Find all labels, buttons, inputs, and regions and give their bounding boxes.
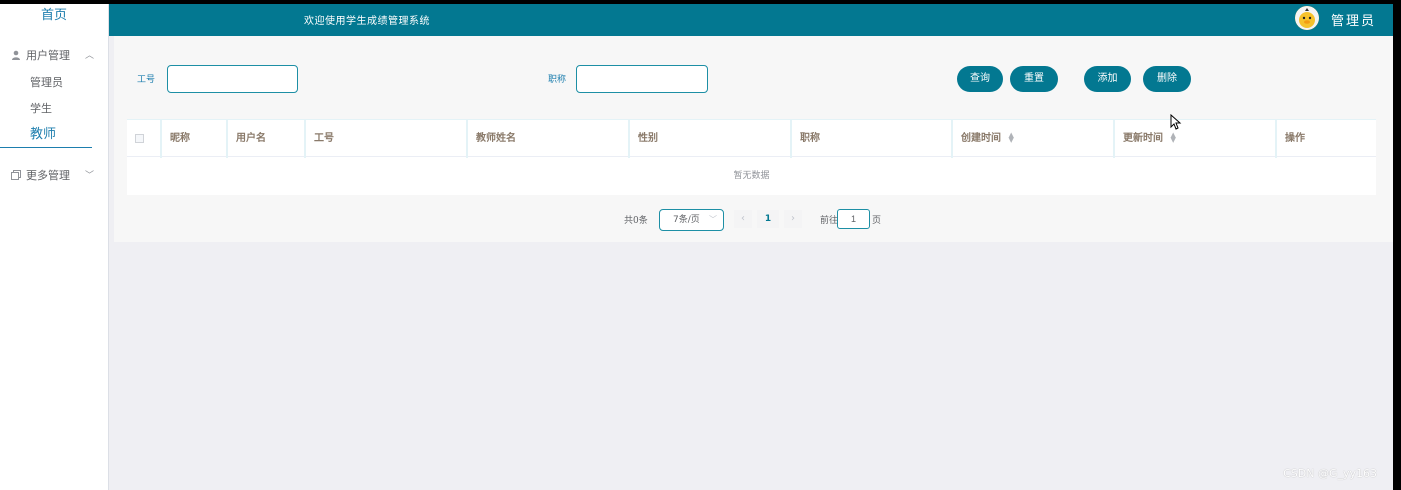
column-header-created-at[interactable]: 创建时间 ▲ ▼ bbox=[953, 120, 1115, 158]
table-header-row: 昵称 用户名 工号 教师姓名 性别 职称 创建时间 ▲ ▼ 更新时间 ▲ ▼ 操作 bbox=[127, 119, 1376, 158]
prev-page-button[interactable]: ‹ bbox=[734, 210, 752, 228]
watermark-text: CSDN @G_yy163 bbox=[1283, 467, 1377, 480]
sidebar-item-teacher[interactable]: 教师 bbox=[0, 122, 92, 148]
column-header-label: 更新时间 bbox=[1123, 133, 1163, 144]
page-unit-label: 页 bbox=[872, 216, 882, 226]
top-header: 欢迎使用学生成绩管理系统 管理员 bbox=[109, 4, 1393, 36]
goto-label: 前往 bbox=[820, 216, 839, 226]
column-header-title: 职称 bbox=[792, 120, 953, 158]
sidebar-home-link[interactable]: 首页 bbox=[0, 4, 108, 30]
column-header-job-number: 工号 bbox=[306, 120, 468, 158]
column-header-label: 创建时间 bbox=[961, 133, 1001, 144]
column-header-nickname: 昵称 bbox=[162, 120, 228, 158]
page-number-button[interactable]: 1 bbox=[757, 210, 779, 228]
teacher-table: 昵称 用户名 工号 教师姓名 性别 职称 创建时间 ▲ ▼ 更新时间 ▲ ▼ 操作 … bbox=[127, 119, 1376, 195]
column-header-actions: 操作 bbox=[1285, 133, 1305, 144]
sidebar-group-label: 更多管理 bbox=[26, 169, 70, 182]
sidebar: 首页 用户管理 ︿ 管理员 学生 教师 更多管理 ﹀ bbox=[0, 4, 109, 490]
sidebar-group-more-management[interactable]: 更多管理 ﹀ bbox=[0, 160, 108, 190]
user-icon bbox=[10, 49, 22, 61]
sort-icon[interactable]: ▲ ▼ bbox=[1008, 132, 1013, 144]
chevron-down-icon: ﹀ bbox=[84, 171, 94, 181]
page-size-value: 7条/页 bbox=[673, 215, 700, 225]
pagination-total: 共0条 bbox=[624, 216, 648, 226]
query-button[interactable]: 查询 bbox=[957, 66, 1003, 92]
app-frame: 首页 用户管理 ︿ 管理员 学生 教师 更多管理 ﹀ 欢迎使用学生成绩管理系统 bbox=[0, 4, 1393, 490]
search-input-title[interactable] bbox=[576, 65, 708, 93]
page-size-select[interactable]: 7条/页 ﹀ bbox=[659, 209, 724, 231]
chevron-up-icon: ︿ bbox=[84, 51, 94, 61]
search-label-job-number: 工号 bbox=[137, 75, 156, 85]
mouse-cursor-icon bbox=[1170, 114, 1182, 130]
pagination: 共0条 7条/页 ﹀ ‹ 1 › 前往 页 bbox=[114, 208, 1393, 232]
column-header-updated-at[interactable]: 更新时间 ▲ ▼ bbox=[1115, 120, 1277, 158]
sidebar-item-admin[interactable]: 管理员 bbox=[0, 70, 108, 96]
select-all-checkbox[interactable] bbox=[135, 134, 144, 143]
column-header-gender: 性别 bbox=[630, 120, 792, 158]
column-header-teacher-name: 教师姓名 bbox=[468, 120, 630, 158]
copy-icon bbox=[10, 169, 22, 181]
sidebar-item-student[interactable]: 学生 bbox=[0, 96, 108, 122]
current-user-name[interactable]: 管理员 bbox=[1331, 10, 1376, 29]
sort-icon[interactable]: ▲ ▼ bbox=[1170, 132, 1175, 144]
avatar[interactable] bbox=[1295, 6, 1319, 30]
next-page-button[interactable]: › bbox=[784, 210, 802, 228]
sidebar-group-user-management[interactable]: 用户管理 ︿ bbox=[0, 40, 108, 70]
search-input-job-number[interactable] bbox=[167, 65, 298, 93]
screen-edge bbox=[1393, 0, 1401, 490]
select-all-cell bbox=[127, 120, 162, 158]
table-empty-text: 暂无数据 bbox=[733, 171, 770, 181]
welcome-text: 欢迎使用学生成绩管理系统 bbox=[304, 16, 430, 27]
search-label-title: 职称 bbox=[548, 75, 567, 85]
sidebar-group-label: 用户管理 bbox=[26, 49, 70, 62]
column-header-username: 用户名 bbox=[228, 120, 306, 158]
goto-page-input[interactable] bbox=[837, 209, 870, 229]
add-button[interactable]: 添加 bbox=[1084, 66, 1131, 92]
reset-button[interactable]: 重置 bbox=[1010, 66, 1058, 92]
delete-button[interactable]: 删除 bbox=[1143, 66, 1191, 92]
content-card: 工号 职称 查询 重置 添加 删除 昵称 用户名 工号 教师姓名 性别 职称 创… bbox=[114, 36, 1393, 242]
chevron-down-icon: ﹀ bbox=[709, 215, 717, 224]
